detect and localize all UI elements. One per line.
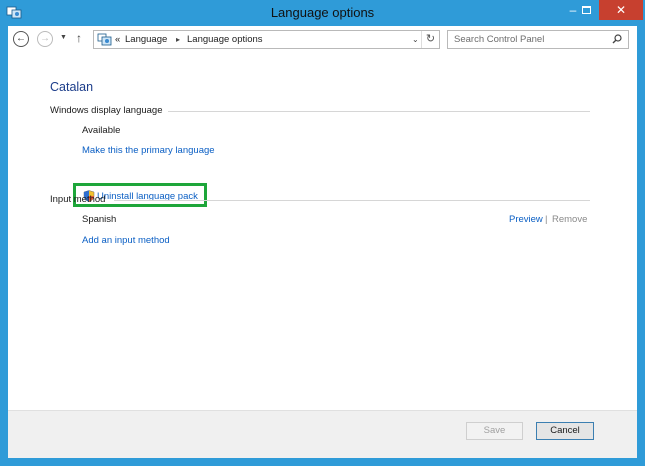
breadcrumb-language-options[interactable]: Language options (187, 34, 263, 45)
display-language-heading: Windows display language (50, 105, 163, 116)
forward-button[interactable]: → (37, 31, 53, 47)
search-box[interactable]: Search Control Panel (447, 30, 629, 49)
cancel-button[interactable]: Cancel (536, 422, 594, 440)
input-method-heading: Input method (50, 194, 106, 205)
save-button[interactable]: Save (466, 422, 523, 440)
back-button[interactable]: ← (13, 31, 29, 47)
close-button[interactable]: ✕ (599, 0, 643, 20)
up-button[interactable]: ↑ (76, 31, 82, 45)
address-bar[interactable]: « Language ▸ Language options ⌄ ↻ (93, 30, 440, 49)
title-bar[interactable]: Language options – ✕ (0, 0, 645, 26)
refresh-button[interactable]: ↻ (421, 31, 439, 48)
language-icon (97, 33, 112, 46)
address-dropdown-icon[interactable]: ⌄ (412, 35, 419, 44)
divider (168, 111, 590, 112)
preview-link[interactable]: Preview (509, 214, 543, 225)
close-icon: ✕ (615, 3, 627, 17)
window-client-area: ← → ▼ ↑ « Language ▸ Language options ⌄ … (8, 26, 637, 458)
recent-locations-dropdown[interactable]: ▼ (60, 34, 67, 41)
search-icon[interactable] (612, 34, 622, 44)
make-primary-language-link[interactable]: Make this the primary language (82, 145, 215, 156)
input-method-name: Spanish (82, 214, 117, 225)
maximize-icon (582, 6, 591, 14)
button-footer: Save Cancel (8, 410, 637, 458)
remove-link: Remove (552, 214, 588, 225)
search-input[interactable]: Search Control Panel (454, 34, 544, 45)
window-title: Language options (270, 5, 375, 20)
navigation-bar: ← → ▼ ↑ « Language ▸ Language options ⌄ … (8, 26, 637, 54)
main-content: Catalan Windows display language Availab… (8, 54, 637, 410)
breadcrumb-overflow[interactable]: « (115, 34, 120, 45)
add-input-method-link[interactable]: Add an input method (82, 235, 170, 246)
forward-arrow-icon: → (40, 33, 50, 44)
display-language-status: Available (82, 125, 121, 136)
back-arrow-icon: ← (16, 33, 26, 44)
breadcrumb-language[interactable]: Language (125, 34, 167, 45)
language-options-window: Language options – ✕ ← → ▼ ↑ « Language … (0, 0, 645, 466)
link-separator: | (545, 214, 548, 225)
divider (114, 200, 590, 201)
maximize-button[interactable] (573, 0, 600, 20)
language-heading: Catalan (50, 80, 94, 94)
breadcrumb-separator[interactable]: ▸ (176, 35, 180, 44)
